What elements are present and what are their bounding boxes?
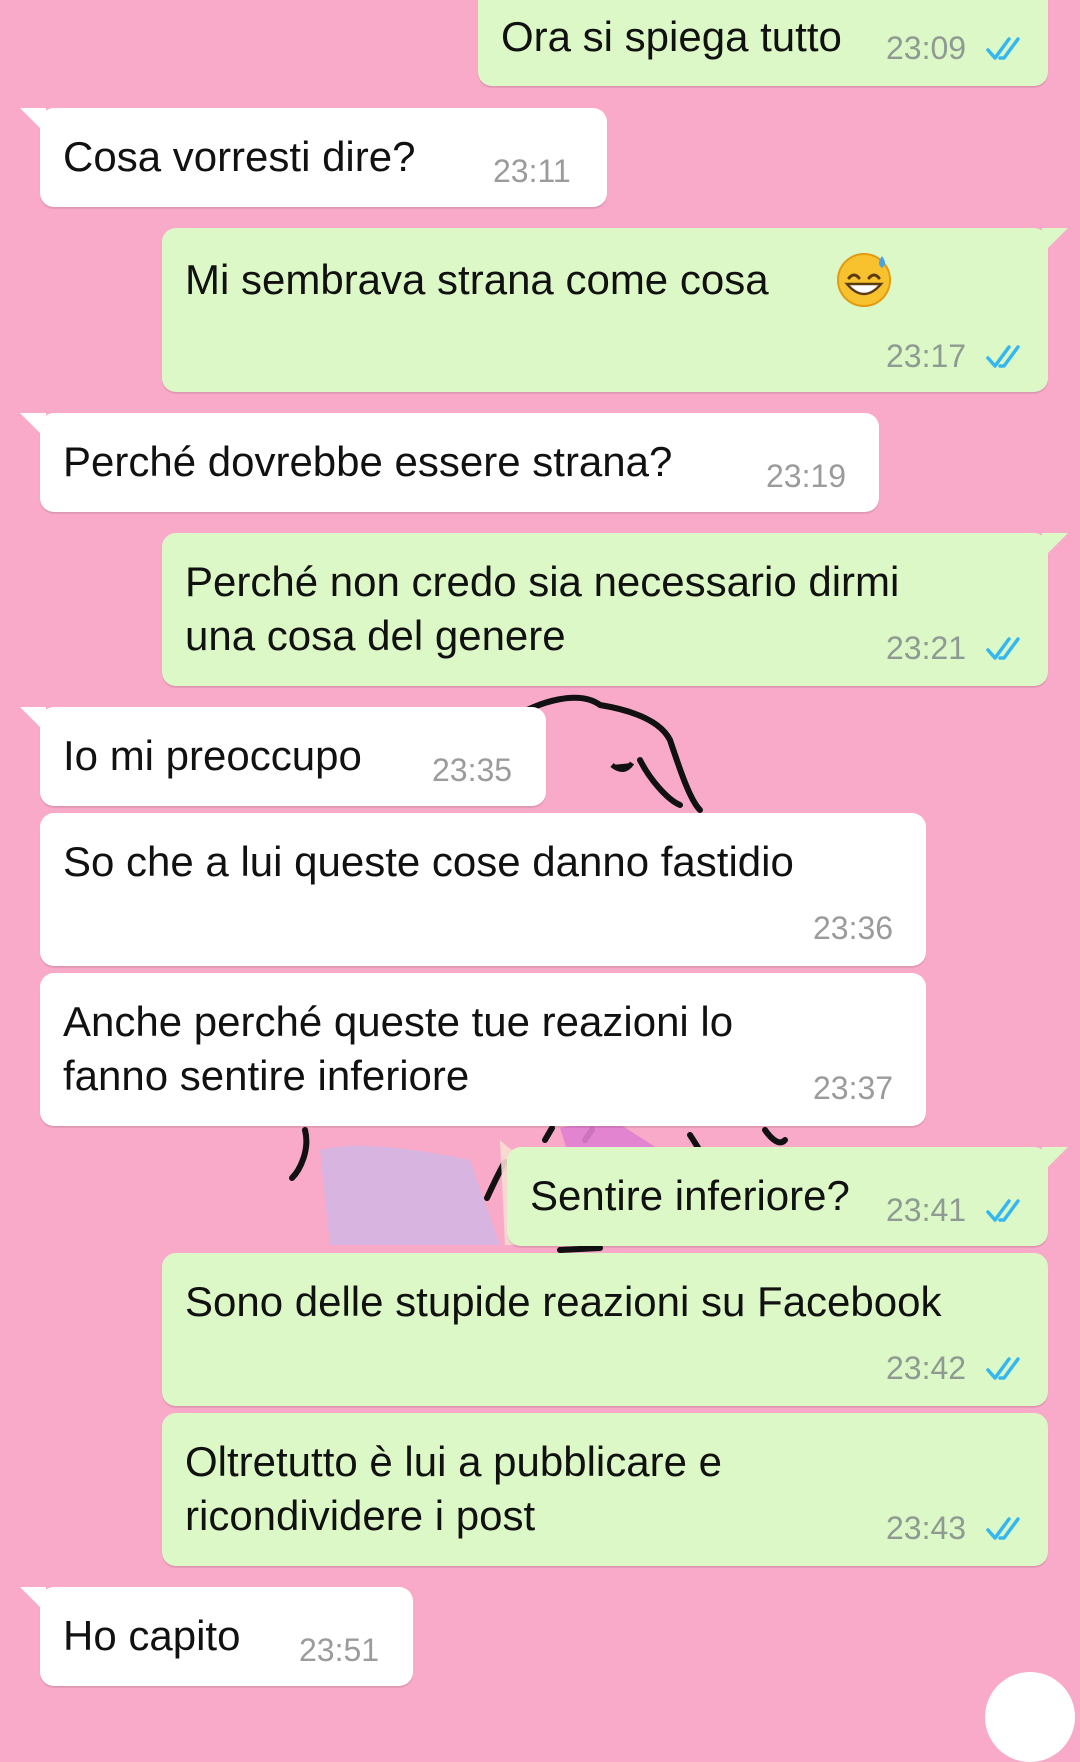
scroll-down-button[interactable]	[985, 1672, 1075, 1762]
message-text: Io mi preoccupo	[63, 732, 362, 779]
message-bubble-incoming[interactable]: Ho capito 23:51	[20, 1587, 413, 1686]
message-timestamp: 23:21	[886, 630, 967, 666]
message-bubble-outgoing[interactable]: Ora si spiega tutto 23:09	[478, 0, 1048, 86]
message-timestamp: 23:43	[886, 1510, 967, 1546]
message-bubble-incoming[interactable]: So che a lui queste cose danno fastidio …	[40, 813, 926, 966]
message-timestamp: 23:19	[766, 458, 847, 494]
message-timestamp: 23:11	[493, 153, 571, 189]
read-receipt-icon	[986, 37, 1020, 60]
message-text: Sentire inferiore?	[530, 1172, 850, 1219]
bubble-tail	[20, 707, 46, 733]
message-text: Perché non credo sia necessario dirmi un…	[185, 558, 900, 659]
read-receipt-icon	[986, 637, 1020, 660]
message-text: Ho capito	[63, 1612, 241, 1659]
message-bubble-incoming[interactable]: Io mi preoccupo 23:35	[20, 707, 546, 806]
message-timestamp: 23:41	[886, 1192, 967, 1228]
message-timestamp: 23:35	[432, 752, 513, 788]
message-text: Perché dovrebbe essere strana?	[63, 438, 673, 485]
message-bubble-incoming[interactable]: Perché dovrebbe essere strana? 23:19	[20, 413, 879, 512]
bubble-tail	[20, 413, 46, 439]
read-receipt-icon	[986, 1199, 1020, 1222]
bubble-tail	[20, 1587, 46, 1613]
read-receipt-icon	[986, 1517, 1020, 1540]
message-text: Oltretutto è lui a pubblicare e ricondiv…	[185, 1438, 722, 1539]
bubble-tail	[1042, 1147, 1068, 1173]
grinning-face-with-sweat-icon	[837, 253, 891, 307]
message-bubble-incoming[interactable]: Cosa vorresti dire? 23:11	[20, 108, 607, 207]
read-receipt-icon	[986, 345, 1020, 368]
message-text: Ora si spiega tutto	[501, 13, 842, 60]
message-timestamp: 23:09	[886, 30, 967, 66]
message-text: Anche perché queste tue reazioni lo fann…	[63, 998, 734, 1099]
message-bubble-outgoing[interactable]: Mi sembrava strana come cosa 23:17	[162, 228, 1068, 392]
message-timestamp: 23:51	[299, 1632, 380, 1668]
message-bubble-outgoing[interactable]: Perché non credo sia necessario dirmi un…	[162, 533, 1068, 686]
message-text: So che a lui queste cose danno fastidio	[63, 838, 794, 885]
message-bubble-outgoing[interactable]: Oltretutto è lui a pubblicare e ricondiv…	[162, 1413, 1048, 1566]
message-text: Mi sembrava strana come cosa	[185, 256, 769, 303]
message-timestamp: 23:42	[886, 1350, 967, 1386]
message-text: Cosa vorresti dire?	[63, 133, 416, 180]
message-bubble-outgoing[interactable]: Sentire inferiore? 23:41	[507, 1147, 1068, 1246]
message-text: Sono delle stupide reazioni su Facebook	[185, 1278, 942, 1325]
read-receipt-icon	[986, 1357, 1020, 1380]
message-bubble-outgoing[interactable]: Sono delle stupide reazioni su Facebook …	[162, 1253, 1048, 1406]
message-timestamp: 23:36	[813, 910, 894, 946]
message-bubble-incoming[interactable]: Anche perché queste tue reazioni lo fann…	[40, 973, 926, 1126]
bubble-tail	[1042, 228, 1068, 254]
message-timestamp: 23:37	[813, 1070, 894, 1106]
message-timestamp: 23:17	[886, 338, 967, 374]
bubble-tail	[1042, 533, 1068, 559]
bubble-tail	[20, 108, 46, 134]
